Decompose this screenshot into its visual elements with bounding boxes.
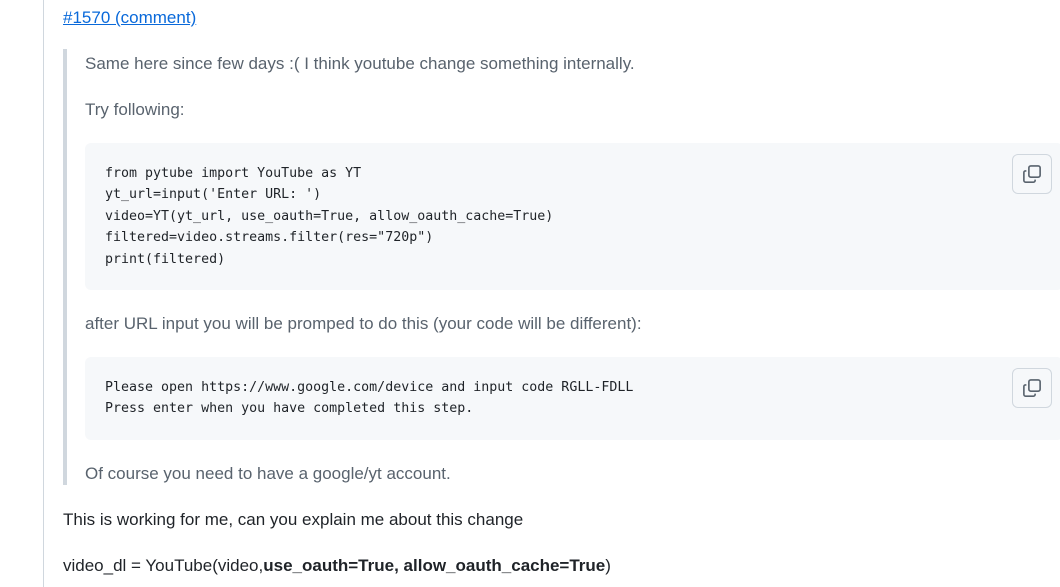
reply-text: This is working for me, can you explain …: [63, 510, 524, 529]
code-block: from pytube import YouTube as YT yt_url=…: [85, 143, 1060, 290]
snippet-suffix: ): [605, 556, 611, 575]
blockquote: Same here since few days :( I think yout…: [63, 49, 1060, 485]
snippet-sep: ,: [394, 556, 404, 575]
copy-button[interactable]: [1012, 154, 1052, 194]
copy-icon: [1023, 165, 1041, 183]
code-block: Please open https://www.google.com/devic…: [85, 357, 1060, 440]
code-content: from pytube import YouTube as YT yt_url=…: [105, 166, 554, 267]
copy-button[interactable]: [1012, 368, 1052, 408]
snippet-bold: allow_oauth_cache=True: [403, 556, 606, 575]
quote-text: after URL input you will be promped to d…: [85, 314, 642, 333]
code-snippet-line: video_dl = YouTube(video,use_oauth=True,…: [63, 554, 611, 578]
snippet-prefix: video_dl = YouTube(video,: [63, 556, 264, 575]
quote-text: Same here since few days :( I think yout…: [85, 54, 635, 73]
snippet-bold: use_oauth=True: [263, 556, 395, 575]
quote-text: Try following:: [85, 100, 185, 119]
copy-icon: [1023, 379, 1041, 397]
timeline-rail: [43, 0, 44, 587]
code-content: Please open https://www.google.com/devic…: [105, 380, 634, 417]
quote-text: Of course you need to have a google/yt a…: [85, 464, 451, 483]
issue-comment-link[interactable]: #1570 (comment): [63, 6, 196, 30]
